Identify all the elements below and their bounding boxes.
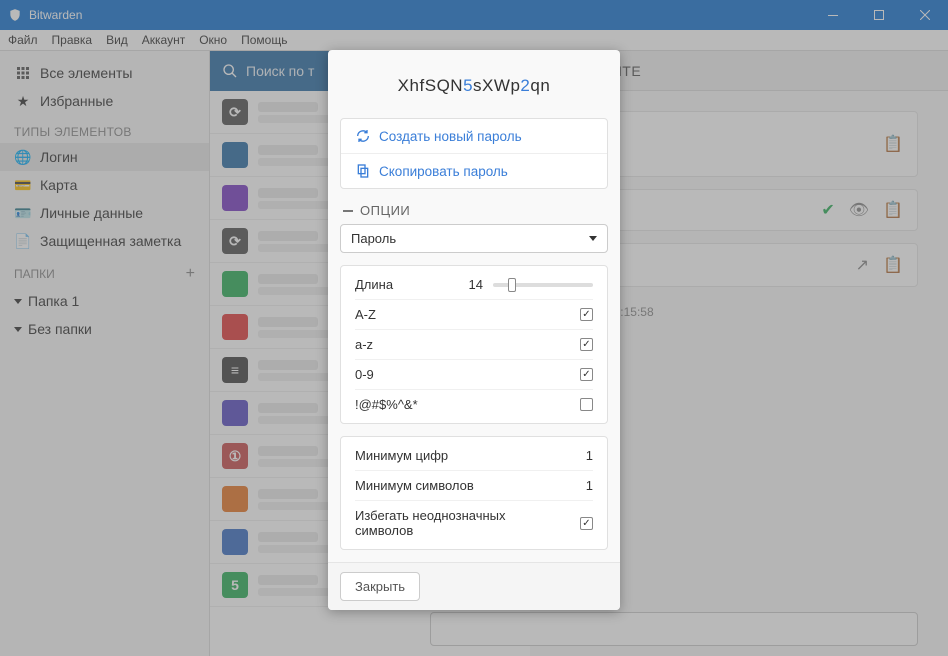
min-special-value[interactable]: 1 bbox=[586, 478, 593, 493]
special-checkbox[interactable] bbox=[580, 398, 593, 411]
ambiguous-row: Избегать неоднозначных символов bbox=[355, 501, 593, 545]
min-special-label: Минимум символов bbox=[355, 478, 474, 493]
min-numbers-label: Минимум цифр bbox=[355, 448, 448, 463]
length-label: Длина bbox=[355, 277, 393, 292]
modal-overlay: XhfSQN5sXWp2qn Создать новый пароль Скоп… bbox=[0, 0, 948, 656]
copy-password-button[interactable]: Скопировать пароль bbox=[341, 154, 607, 188]
min-special-row: Минимум символов 1 bbox=[355, 471, 593, 501]
special-label: !@#$%^&* bbox=[355, 397, 418, 412]
generator-type-select[interactable]: Пароль bbox=[340, 224, 608, 253]
uppercase-row: A-Z bbox=[355, 300, 593, 330]
lowercase-label: a-z bbox=[355, 337, 373, 352]
length-row: Длина 14 bbox=[355, 270, 593, 300]
close-modal-button[interactable]: Закрыть bbox=[340, 572, 420, 601]
copy-label: Скопировать пароль bbox=[379, 164, 508, 179]
special-row: !@#$%^&* bbox=[355, 390, 593, 419]
chevron-down-icon bbox=[589, 236, 597, 241]
length-slider[interactable] bbox=[493, 283, 593, 287]
numbers-row: 0-9 bbox=[355, 360, 593, 390]
min-numbers-row: Минимум цифр 1 bbox=[355, 441, 593, 471]
ambiguous-label: Избегать неоднозначных символов bbox=[355, 508, 555, 538]
modal-footer: Закрыть bbox=[328, 562, 620, 610]
regenerate-button[interactable]: Создать новый пароль bbox=[341, 119, 607, 154]
uppercase-label: A-Z bbox=[355, 307, 376, 322]
min-numbers-value[interactable]: 1 bbox=[586, 448, 593, 463]
options-header-label: ОПЦИИ bbox=[360, 203, 410, 218]
generator-type-value: Пароль bbox=[351, 231, 396, 246]
char-options-group: Длина 14 A-Z a-z 0-9 bbox=[340, 265, 608, 424]
numbers-checkbox[interactable] bbox=[580, 368, 593, 381]
numbers-label: 0-9 bbox=[355, 367, 374, 382]
minimum-group: Минимум цифр 1 Минимум символов 1 Избега… bbox=[340, 436, 608, 550]
regenerate-label: Создать новый пароль bbox=[379, 129, 522, 144]
length-value: 14 bbox=[469, 277, 483, 292]
refresh-icon bbox=[355, 128, 371, 144]
collapse-icon bbox=[342, 205, 354, 217]
lowercase-row: a-z bbox=[355, 330, 593, 360]
uppercase-checkbox[interactable] bbox=[580, 308, 593, 321]
ambiguous-checkbox[interactable] bbox=[580, 517, 593, 530]
copy-icon bbox=[355, 163, 371, 179]
lowercase-checkbox[interactable] bbox=[580, 338, 593, 351]
generated-password: XhfSQN5sXWp2qn bbox=[328, 70, 620, 118]
password-generator-modal: XhfSQN5sXWp2qn Создать новый пароль Скоп… bbox=[328, 50, 620, 610]
options-header[interactable]: ОПЦИИ bbox=[340, 189, 608, 224]
